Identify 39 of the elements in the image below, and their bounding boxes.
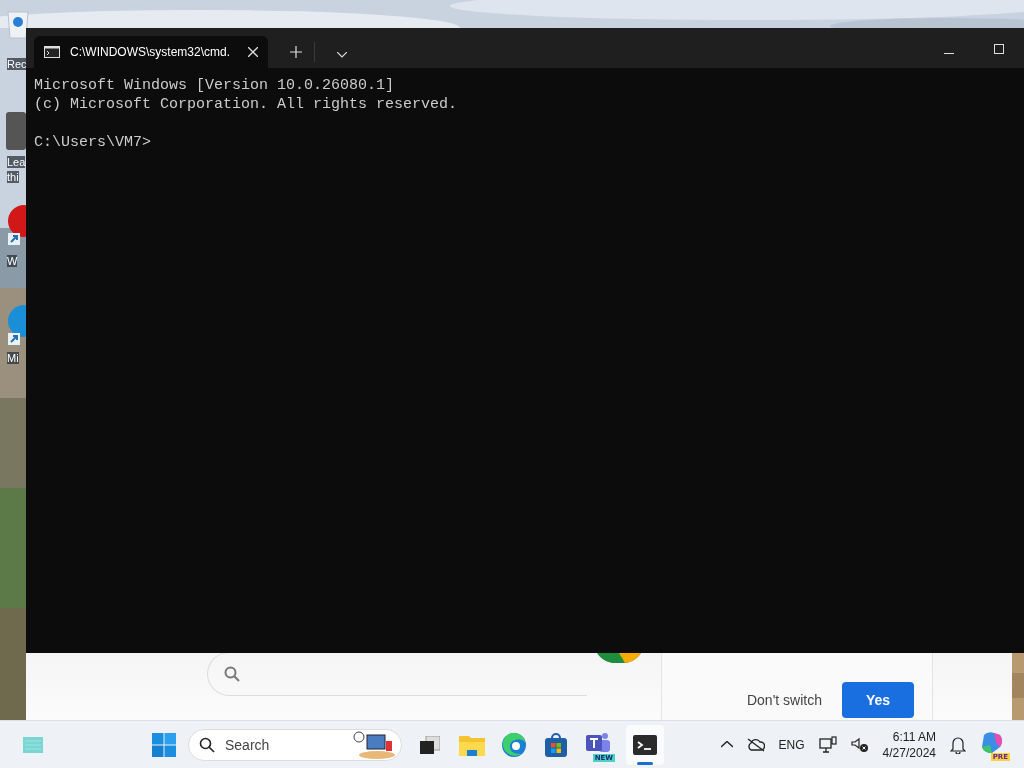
- close-icon[interactable]: [248, 47, 258, 57]
- terminal-tab[interactable]: C:\WINDOWS\system32\cmd.: [34, 36, 268, 68]
- folder-icon: [459, 733, 485, 756]
- yes-button[interactable]: Yes: [842, 682, 914, 718]
- browser-logo-icon: [597, 653, 641, 663]
- store-icon: [545, 732, 567, 757]
- desktop-icon-label[interactable]: thi: [7, 171, 19, 183]
- teams-icon: [585, 731, 611, 754]
- dropdown-icon[interactable]: [337, 52, 347, 58]
- network-icon[interactable]: [818, 735, 837, 754]
- desk-illustration-icon: [353, 730, 397, 759]
- maximize-icon[interactable]: [994, 44, 1004, 54]
- desktop-icon-label[interactable]: W: [7, 255, 18, 267]
- volume-muted-icon[interactable]: [850, 736, 869, 753]
- notification-bell-icon[interactable]: [950, 735, 966, 754]
- console-icon: [44, 46, 60, 58]
- chevron-up-icon[interactable]: [720, 741, 733, 748]
- browser-icon: [501, 731, 527, 758]
- clock-time[interactable]: 6:11 AM: [892, 728, 936, 745]
- tab-title: C:\WINDOWS\system32\cmd.: [70, 45, 231, 59]
- console-line: Microsoft Windows [Version 10.0.26080.1]: [34, 76, 395, 95]
- search-icon: [199, 736, 215, 753]
- command-prompt[interactable]: C:\Users\VM7>: [34, 133, 152, 152]
- copilot-icon[interactable]: [980, 730, 1004, 755]
- task-view-icon: [420, 735, 440, 754]
- console-line: (c) Microsoft Corporation. All rights reserved.: [34, 95, 458, 114]
- search-box[interactable]: Search: [188, 728, 402, 761]
- dont-switch-button[interactable]: Don't switch: [734, 682, 834, 718]
- taskbar-app[interactable]: [626, 724, 664, 765]
- new-tab-icon[interactable]: [290, 46, 302, 58]
- active-indicator: [637, 761, 653, 765]
- desktop-icon-label[interactable]: Rec: [7, 58, 27, 70]
- desktop-icon-label[interactable]: Mi: [7, 352, 19, 364]
- windows-logo-icon[interactable]: [152, 732, 176, 757]
- search-icon: [224, 666, 240, 682]
- terminal-icon: [633, 734, 657, 755]
- language-indicator[interactable]: ENG: [778, 737, 805, 752]
- clock-date[interactable]: 4/27/2024: [882, 744, 936, 761]
- cloud-off-icon[interactable]: [746, 737, 765, 752]
